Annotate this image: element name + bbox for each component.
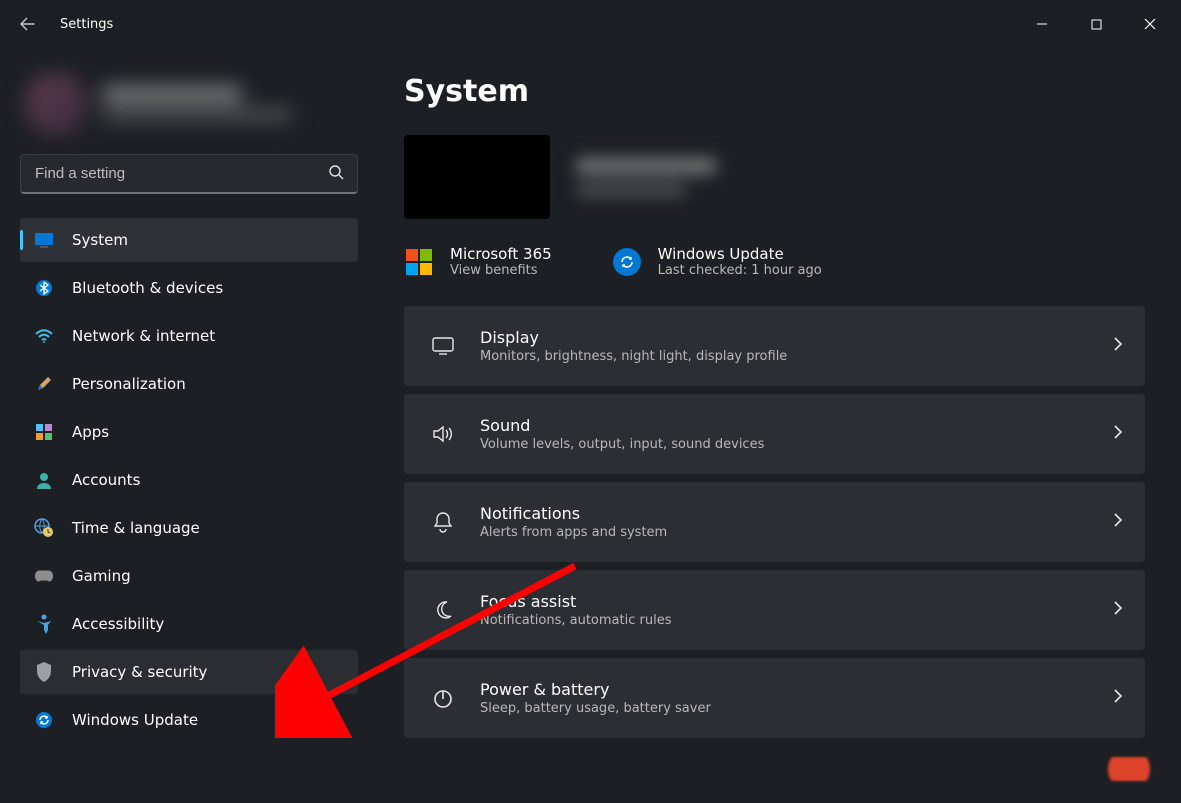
- monitor-icon: [34, 230, 54, 250]
- sidebar-item-label: Accounts: [72, 471, 140, 489]
- search-icon: [328, 164, 344, 184]
- quick-link-microsoft365[interactable]: Microsoft 365 View benefits: [404, 245, 552, 278]
- wifi-icon: [34, 326, 54, 346]
- quick-sub: View benefits: [450, 263, 552, 278]
- accessibility-icon: [34, 614, 54, 634]
- sidebar-item-gaming[interactable]: Gaming: [20, 554, 358, 598]
- sidebar-item-personalization[interactable]: Personalization: [20, 362, 358, 406]
- setting-sub: Notifications, automatic rules: [480, 613, 671, 628]
- sound-icon: [426, 424, 460, 444]
- close-icon: [1144, 18, 1156, 30]
- power-icon: [426, 687, 460, 709]
- chevron-right-icon: [1113, 336, 1123, 356]
- sidebar-item-network[interactable]: Network & internet: [20, 314, 358, 358]
- shield-icon: [34, 662, 54, 682]
- sidebar-item-accessibility[interactable]: Accessibility: [20, 602, 358, 646]
- page-title: System: [404, 74, 1145, 109]
- moon-icon: [426, 600, 460, 620]
- microsoft365-icon: [404, 247, 434, 277]
- setting-display[interactable]: Display Monitors, brightness, night ligh…: [404, 306, 1145, 386]
- setting-sound[interactable]: Sound Volume levels, output, input, soun…: [404, 394, 1145, 474]
- setting-sub: Sleep, battery usage, battery saver: [480, 701, 711, 716]
- quick-link-windows-update[interactable]: Windows Update Last checked: 1 hour ago: [612, 245, 822, 278]
- brush-icon: [34, 374, 54, 394]
- windows-update-icon: [612, 247, 642, 277]
- back-button[interactable]: [8, 4, 48, 44]
- bell-icon: [426, 511, 460, 533]
- sidebar-item-bluetooth[interactable]: Bluetooth & devices: [20, 266, 358, 310]
- sidebar-item-label: Privacy & security: [72, 663, 207, 681]
- search-box[interactable]: [20, 154, 358, 194]
- chevron-right-icon: [1113, 688, 1123, 708]
- display-icon: [426, 336, 460, 356]
- content-area: System Microsoft 365 View benefits Wi: [368, 48, 1181, 803]
- sidebar-item-label: System: [72, 231, 128, 249]
- profile-card[interactable]: [20, 62, 358, 154]
- settings-list: Display Monitors, brightness, night ligh…: [404, 306, 1145, 738]
- setting-sub: Monitors, brightness, night light, displ…: [480, 349, 787, 364]
- sidebar-item-label: Network & internet: [72, 327, 215, 345]
- apps-icon: [34, 422, 54, 442]
- quick-sub: Last checked: 1 hour ago: [658, 263, 822, 278]
- sidebar-item-label: Accessibility: [72, 615, 164, 633]
- setting-power-battery[interactable]: Power & battery Sleep, battery usage, ba…: [404, 658, 1145, 738]
- sidebar-item-accounts[interactable]: Accounts: [20, 458, 358, 502]
- setting-sub: Volume levels, output, input, sound devi…: [480, 437, 764, 452]
- setting-notifications[interactable]: Notifications Alerts from apps and syste…: [404, 482, 1145, 562]
- sidebar-item-label: Gaming: [72, 567, 131, 585]
- setting-focus-assist[interactable]: Focus assist Notifications, automatic ru…: [404, 570, 1145, 650]
- sidebar: System Bluetooth & devices Network & int…: [0, 48, 368, 803]
- sidebar-item-windows-update[interactable]: Windows Update: [20, 698, 358, 742]
- maximize-icon: [1091, 19, 1102, 30]
- avatar: [24, 72, 88, 136]
- sidebar-item-label: Windows Update: [72, 711, 198, 729]
- globe-clock-icon: [34, 518, 54, 538]
- sidebar-item-label: Personalization: [72, 375, 186, 393]
- chevron-right-icon: [1113, 512, 1123, 532]
- setting-sub: Alerts from apps and system: [480, 525, 667, 540]
- setting-title: Notifications: [480, 504, 667, 523]
- watermark: [1099, 757, 1159, 781]
- sidebar-item-label: Bluetooth & devices: [72, 279, 223, 297]
- close-button[interactable]: [1127, 8, 1173, 40]
- app-title: Settings: [60, 17, 113, 32]
- chevron-right-icon: [1113, 424, 1123, 444]
- setting-title: Power & battery: [480, 680, 711, 699]
- quick-title: Windows Update: [658, 245, 822, 263]
- quick-title: Microsoft 365: [450, 245, 552, 263]
- bluetooth-icon: [34, 278, 54, 298]
- chevron-right-icon: [1113, 600, 1123, 620]
- maximize-button[interactable]: [1073, 8, 1119, 40]
- sidebar-item-time-language[interactable]: Time & language: [20, 506, 358, 550]
- setting-title: Focus assist: [480, 592, 671, 611]
- search-input[interactable]: [20, 154, 358, 194]
- minimize-icon: [1036, 18, 1048, 30]
- back-arrow-icon: [20, 16, 36, 32]
- setting-title: Display: [480, 328, 787, 347]
- setting-title: Sound: [480, 416, 764, 435]
- sidebar-item-apps[interactable]: Apps: [20, 410, 358, 454]
- gamepad-icon: [34, 566, 54, 586]
- minimize-button[interactable]: [1019, 8, 1065, 40]
- sidebar-item-system[interactable]: System: [20, 218, 358, 262]
- device-thumbnail: [404, 135, 550, 219]
- sidebar-item-label: Apps: [72, 423, 109, 441]
- sidebar-item-label: Time & language: [72, 519, 200, 537]
- nav-list: System Bluetooth & devices Network & int…: [20, 218, 358, 742]
- update-icon: [34, 710, 54, 730]
- sidebar-item-privacy-security[interactable]: Privacy & security: [20, 650, 358, 694]
- person-icon: [34, 470, 54, 490]
- device-info: [404, 135, 1145, 219]
